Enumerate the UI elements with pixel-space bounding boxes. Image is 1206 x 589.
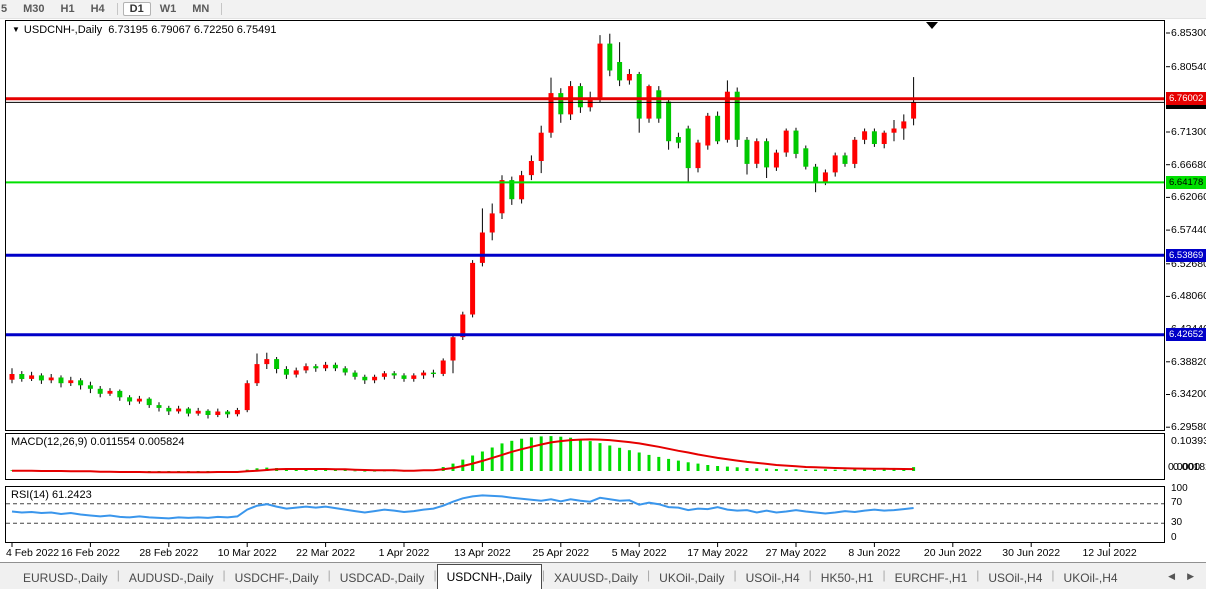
date-axis-label: 27 May 2022: [766, 547, 827, 559]
price-badge-6.53869: 6.53869: [1166, 249, 1206, 262]
date-axis-label: 8 Jun 2022: [848, 547, 900, 559]
date-axis-label: 10 Mar 2022: [218, 547, 277, 559]
price-axis-tick: 6.71300: [1171, 126, 1206, 138]
price-badge-6.42652: 6.42652: [1166, 328, 1206, 341]
price-axis-tick: 6.85300: [1171, 27, 1206, 39]
tab-scroll-left-icon[interactable]: ◀: [1162, 571, 1181, 582]
macd-name: MACD(12,26,9): [11, 436, 87, 448]
date-axis-label: 25 Apr 2022: [532, 547, 589, 559]
tab-ukoil-daily[interactable]: UKOil-,Daily: [650, 568, 733, 589]
timeframe-button-W1[interactable]: W1: [153, 2, 184, 16]
chart-symbol-label: USDCNH-,Daily: [24, 24, 102, 36]
rsi-axis-label-30: 30: [1171, 517, 1182, 528]
date-axis-label: 1 Apr 2022: [379, 547, 430, 559]
macd-axis-min: 0.001829: [1173, 461, 1206, 473]
price-axis-tick: 6.62060: [1171, 191, 1206, 203]
price-axis-tick: 6.80540: [1171, 61, 1206, 73]
timeframe-button-M30[interactable]: M30: [16, 2, 51, 16]
price-chart-panel[interactable]: [5, 20, 1165, 431]
instrument-tabbar: EURUSD-,Daily|AUDUSD-,Daily|USDCHF-,Dail…: [0, 562, 1206, 589]
date-axis-label: 12 Jul 2022: [1082, 547, 1136, 559]
tab-usoil-h4[interactable]: USOil-,H4: [979, 568, 1051, 589]
macd-values: 0.011554 0.005824: [90, 436, 184, 448]
price-axis-tick: 6.66680: [1171, 159, 1206, 171]
tab-scroll-right-icon[interactable]: ▶: [1181, 571, 1200, 582]
rsi-axis-label-70: 70: [1171, 497, 1182, 508]
chart-ohlc-values: 6.73195 6.79067 6.72250 6.75491: [108, 24, 276, 36]
rsi-axis-label-100: 100: [1171, 483, 1188, 494]
date-axis-label: 20 Jun 2022: [924, 547, 982, 559]
date-axis-label: 5 May 2022: [612, 547, 667, 559]
tab-usdchf-daily[interactable]: USDCHF-,Daily: [226, 568, 328, 589]
date-axis-label: 30 Jun 2022: [1002, 547, 1060, 559]
tab-usoil-h4[interactable]: USOil-,H4: [737, 568, 809, 589]
tab-eurchf-h1[interactable]: EURCHF-,H1: [886, 568, 977, 589]
rsi-indicator-panel[interactable]: [5, 486, 1165, 543]
price-axis-tick: 6.34200: [1171, 388, 1206, 400]
price-axis-tick: 6.29580: [1171, 421, 1206, 433]
tab-audusd-daily[interactable]: AUDUSD-,Daily: [120, 568, 223, 589]
timeframe-button-H1[interactable]: H1: [54, 2, 82, 16]
toolbar-divider: [221, 3, 222, 15]
tab-xauusd-daily[interactable]: XAUUSD-,Daily: [545, 568, 647, 589]
date-axis-label: 22 Mar 2022: [296, 547, 355, 559]
timeframe-button-D1[interactable]: D1: [123, 2, 151, 16]
price-axis-tick: 6.38820: [1171, 356, 1206, 368]
rsi-name: RSI(14): [11, 489, 49, 501]
date-axis-label: 17 May 2022: [687, 547, 748, 559]
tab-usdcad-daily[interactable]: USDCAD-,Daily: [331, 568, 434, 589]
rsi-label: RSI(14) 61.2423: [11, 489, 92, 501]
price-axis-tick: 6.48060: [1171, 290, 1206, 302]
trading-app-window: 5M30H1H4 D1W1MN ▼ USDCNH-,Daily 6.73195 6.…: [0, 0, 1206, 589]
rsi-value: 61.2423: [52, 489, 92, 501]
rsi-axis-label-0: 0: [1171, 532, 1177, 543]
macd-label: MACD(12,26,9) 0.011554 0.005824: [11, 436, 184, 448]
chart-title: ▼ USDCNH-,Daily 6.73195 6.79067 6.72250 6…: [12, 24, 277, 36]
date-axis-label: 13 Apr 2022: [454, 547, 511, 559]
date-axis-label: 28 Feb 2022: [139, 547, 198, 559]
macd-axis-max: 0.103934: [1171, 435, 1206, 447]
price-badge-6.76002: 6.76002: [1166, 92, 1206, 105]
date-axis-label: 16 Feb 2022: [61, 547, 120, 559]
timeframe-toolbar: 5M30H1H4 D1W1MN: [0, 0, 1206, 19]
timeframe-button-MN[interactable]: MN: [185, 2, 216, 16]
tab-hk50-h1[interactable]: HK50-,H1: [812, 568, 883, 589]
price-axis-tick: 6.57440: [1171, 224, 1206, 236]
price-badge-6.64178: 6.64178: [1166, 176, 1206, 189]
tab-eurusd-daily[interactable]: EURUSD-,Daily: [14, 568, 117, 589]
tab-ukoil-h4[interactable]: UKOil-,H4: [1055, 568, 1127, 589]
tab-usdcnh-daily[interactable]: USDCNH-,Daily: [437, 564, 542, 589]
timeframe-button-5[interactable]: 5: [0, 2, 14, 16]
timeframe-button-H4[interactable]: H4: [84, 2, 112, 16]
date-axis-label: 4 Feb 2022: [6, 547, 59, 559]
toolbar-divider: [117, 3, 118, 15]
chart-dropdown-icon[interactable]: ▼: [12, 25, 20, 34]
tab-scroll-controls: ◀▶: [1162, 563, 1206, 589]
